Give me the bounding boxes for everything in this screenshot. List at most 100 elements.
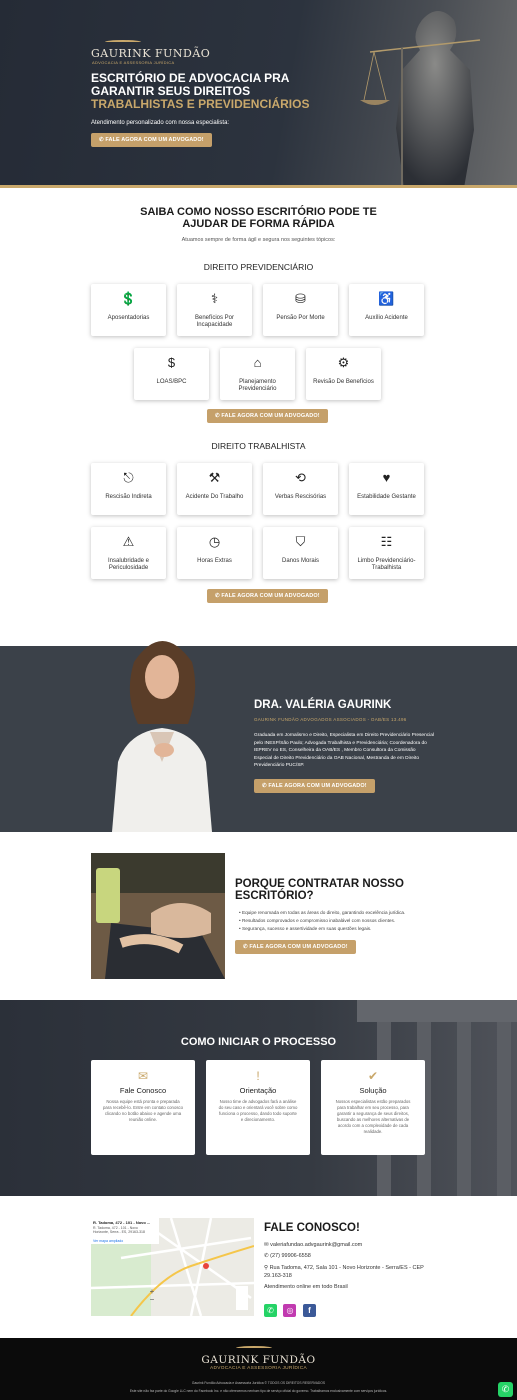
doctor-firm: GAURINK FUNDÃO ADVOGADOS ASSOCIADOS - OA… [254, 717, 407, 722]
exclamation-icon: ! [256, 1069, 260, 1083]
process-step-title: Fale Conosco [119, 1086, 167, 1095]
service-card[interactable]: 💲 Aposentadorias [91, 284, 166, 336]
why-list: • Equipe renomada em todas as áreas do d… [239, 909, 405, 933]
services-title: SAIBA COMO NOSSO ESCRITÓRIO PODE TE AJUDA… [140, 206, 377, 230]
process-step-desc: Nosso time de advogados fará a análise d… [218, 1099, 298, 1122]
footer: GAURINK FUNDÃO ADVOCACIA E ASSESSORIA JU… [0, 1338, 517, 1400]
logo-name: GAURINK FUNDÃO [91, 47, 211, 60]
service-card-label: Danos Morais [281, 558, 319, 564]
why-title: PORQUE CONTRATAR NOSSO ESCRITÓRIO? [235, 878, 404, 902]
map-link[interactable]: Ver mapa ampliado [93, 1239, 123, 1243]
prev-cta-button[interactable]: ✆ FALE AGORA COM UM ADVOGADO! [207, 409, 328, 423]
process-step-card: ✉ Fale Conosco Nossa equipe está pronta e … [91, 1060, 195, 1155]
service-card-label: Planejamento Previdenciário [238, 379, 277, 392]
service-card[interactable]: ⚠ Insalubridade e Periculosidade [91, 527, 166, 579]
logo-subtitle: ADVOCACIA E ASSESSORIA JURÍDICA [92, 60, 175, 65]
piggy-bank-icon: $ [167, 355, 176, 370]
service-card[interactable]: $ LOAS/BPC [134, 348, 209, 400]
worker-accident-icon: ⚒ [208, 470, 221, 485]
coins-icon: ⛁ [295, 291, 306, 306]
hero-subtitle: Atendimento personalizado com nossa espe… [91, 120, 230, 126]
service-card[interactable]: ⟲ Verbas Rescisórias [263, 463, 338, 515]
service-card-label: Insalubridade e Periculosidade [107, 558, 150, 571]
hero-gold-bar [0, 185, 517, 188]
map-title: R. Tadoma, 472 - 101 - Novo ... [93, 1220, 151, 1225]
service-card[interactable]: ⚕ Benefícios Por Incapacidade [177, 284, 252, 336]
process-title: COMO INICIAR O PROCESSO [180, 1036, 337, 1048]
shield-icon: ⛉ [295, 534, 306, 549]
process-step-title: Solução [359, 1086, 387, 1095]
contact-email[interactable]: ✉ valeriafundao.advgaurink@gmail.com [264, 1240, 424, 1251]
process-step-title: Orientação [239, 1086, 277, 1095]
service-card-label: Benefícios Por Incapacidade [194, 315, 235, 328]
hero-cta-button[interactable]: ✆ FALE AGORA COM UM ADVOGADO! [91, 133, 212, 147]
service-card-label: Aposentadorias [107, 315, 150, 321]
service-card[interactable]: ☷ Limbo Previdenciário-Trabalhista [349, 527, 424, 579]
house-money-icon: ⌂ [253, 355, 262, 370]
refund-icon: ⟲ [295, 470, 306, 485]
footer-logo-swoosh-icon [236, 1346, 272, 1350]
exit-door-icon: ⎋ [123, 470, 134, 485]
floating-whatsapp-button[interactable]: ✆ [498, 1382, 513, 1397]
clock-icon: ◷ [208, 534, 221, 549]
service-card[interactable]: ⛁ Pensão Por Morte [263, 284, 338, 336]
map-address: R. Tadoma, 472 - 101 - Novo Horizonte, S… [93, 1226, 145, 1234]
why-bullet: • Equipe renomada em todas as áreas do d… [239, 910, 406, 915]
process-step-desc: Nossa equipe está pronta e preparada par… [103, 1099, 184, 1122]
why-bullet: • Segurança, sucesso e assertividade em … [239, 926, 372, 931]
hero-title: ESCRITÓRIO DE ADVOCACIA PRA GARANTIR SEU… [91, 71, 310, 111]
warning-icon: ⚠ [122, 534, 135, 549]
chat-icon: ✉ [137, 1069, 149, 1083]
whatsapp-icon[interactable]: ✆ [264, 1304, 277, 1317]
pregnant-heart-icon: ♥ [382, 470, 391, 485]
service-card-label: Verbas Rescisórias [274, 494, 327, 500]
doctor-bio: Graduada em Jornalismo e Direito, Especi… [254, 733, 434, 769]
injured-person-icon: ♿ [378, 291, 395, 306]
doctor-photo [112, 641, 212, 832]
services-subtitle: Atuamos sempre de forma ágil e segura no… [181, 237, 336, 243]
doctor-name: DRA. VALÉRIA GAURINK [254, 699, 392, 711]
money-hand-icon: 💲 [120, 291, 137, 306]
phone-icon: ✆ [264, 1253, 269, 1259]
service-card-label: Rescisão Indireta [105, 494, 152, 500]
service-card[interactable]: ⛉ Danos Morais [263, 527, 338, 579]
id-card-icon: ☷ [380, 534, 393, 549]
service-card[interactable]: ⚙ Revisão De Benefícios [306, 348, 381, 400]
double-check-icon: ✔ [367, 1069, 379, 1083]
laptop-photo [91, 853, 225, 979]
footer-logo-subtitle: ADVOCACIA E ASSESSORIA JURÍDICA [209, 1366, 307, 1371]
trab-cta-button[interactable]: ✆ FALE AGORA COM UM ADVOGADO! [207, 589, 328, 603]
service-card[interactable]: ⌂ Planejamento Previdenciário [220, 348, 295, 400]
service-card-label: Limbo Previdenciário-Trabalhista [357, 558, 416, 571]
medical-bag-icon: ⚕ [210, 291, 219, 306]
service-card-label: Pensão Por Morte [276, 315, 325, 321]
contact-online: Atendimento online em todo Brasil [264, 1284, 348, 1290]
service-card[interactable]: ♿ Auxílio Acidente [349, 284, 424, 336]
contact-info: ✉ valeriafundao.advgaurink@gmail.com ✆ (… [264, 1240, 424, 1293]
service-card-label: Auxílio Acidente [365, 315, 408, 321]
instagram-icon[interactable]: ◎ [283, 1304, 297, 1317]
doctor-section: DRA. VALÉRIA GAURINK GAURINK FUNDÃO ADVO… [0, 641, 517, 832]
contact-title: FALE CONOSCO! [264, 1222, 360, 1234]
hero-section: GAURINK FUNDÃO ADVOCACIA E ASSESSORIA JU… [0, 0, 517, 188]
service-card-label: LOAS/BPC [156, 379, 187, 385]
footer-logo-name: GAURINK FUNDÃO [201, 1354, 316, 1366]
service-card-label: Estabilidade Gestante [357, 494, 416, 500]
social-icons: ✆ ◎ f [264, 1300, 316, 1318]
service-card-label: Revisão De Benefícios [313, 379, 374, 385]
service-card[interactable]: ⎋ Rescisão Indireta [91, 463, 166, 515]
facebook-icon[interactable]: f [302, 1304, 316, 1317]
service-card-label: Acidente Do Trabalho [185, 494, 244, 500]
why-cta-button[interactable]: ✆ FALE AGORA COM UM ADVOGADO! [235, 940, 356, 954]
contact-phone[interactable]: ✆ (27) 99906-6558 [264, 1251, 424, 1262]
pin-icon: ⚲ [264, 1265, 269, 1271]
service-card[interactable]: ◷ Horas Extras [177, 527, 252, 579]
service-card[interactable]: ♥ Estabilidade Gestante [349, 463, 424, 515]
process-step-card: ! Orientação Nosso time de advogados fará … [206, 1060, 310, 1155]
doctor-cta-button[interactable]: ✆ FALE AGORA COM UM ADVOGADO! [254, 779, 375, 793]
footer-disclaimer: Este site não faz parte do Google LLC ne… [129, 1389, 388, 1393]
justice-statue-image [360, 11, 481, 188]
map-zoom-controls[interactable]: + − [147, 1288, 157, 1304]
service-card[interactable]: ⚒ Acidente Do Trabalho [177, 463, 252, 515]
footer-copyright: Gaurink Fundão Advocacia e Assessoria Ju… [191, 1381, 326, 1385]
